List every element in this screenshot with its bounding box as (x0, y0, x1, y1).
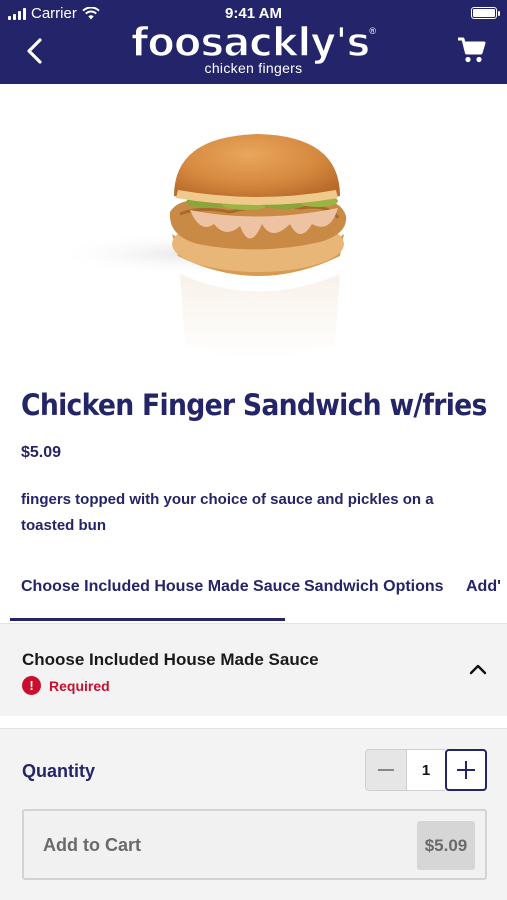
registered-mark: ® (369, 26, 376, 36)
tab-sandwich-options[interactable]: Sandwich Options (304, 578, 444, 596)
product-image (0, 84, 507, 374)
option-tabs: Choose Included House Made Sauce Sandwic… (0, 570, 507, 622)
quantity-stepper: 1 (365, 749, 487, 791)
quantity-label: Quantity (22, 761, 96, 781)
add-to-cart-label: Add to Cart (43, 835, 141, 855)
product-price: $5.09 (21, 444, 62, 461)
chevron-up-icon[interactable] (469, 662, 487, 676)
alert-icon: ! (22, 676, 41, 695)
shopping-cart-icon[interactable] (457, 36, 487, 64)
battery-icon (471, 7, 500, 19)
cart-total-price: $5.09 (417, 821, 475, 870)
decrement-button[interactable] (365, 749, 407, 791)
minus-icon (378, 769, 394, 771)
section-title: Choose Included House Made Sauce (22, 650, 319, 669)
tab-choose-sauce[interactable]: Choose Included House Made Sauce (21, 578, 300, 596)
required-label: Required (49, 677, 110, 694)
add-to-cart-button[interactable]: Add to Cart $5.09 (22, 809, 487, 880)
required-badge: ! Required (22, 676, 110, 695)
order-panel: Quantity 1 Add to Cart $5.09 (0, 728, 507, 900)
sandwich-illustration (50, 134, 347, 359)
brand-logo: foosackly's® chicken fingers (0, 19, 507, 76)
top-bar: Carrier 9:41 AM foosackly's® chicken fin… (0, 0, 507, 84)
product-description: fingers topped with your choice of sauce… (21, 491, 434, 534)
quantity-value[interactable]: 1 (407, 749, 445, 791)
active-tab-indicator (10, 618, 285, 621)
tab-add-ons[interactable]: Add' (466, 578, 501, 596)
brand-tagline: chicken fingers (204, 60, 303, 76)
sauce-section[interactable]: Choose Included House Made Sauce ! Requi… (0, 623, 507, 716)
product-title: Chicken Finger Sandwich w/fries (21, 388, 487, 422)
plus-icon[interactable] (445, 749, 487, 791)
